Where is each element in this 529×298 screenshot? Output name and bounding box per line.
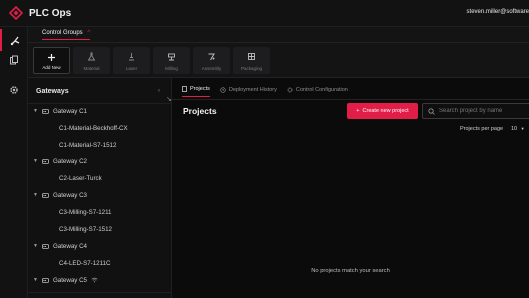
document-icon xyxy=(182,86,187,92)
per-page-value: 10 xyxy=(511,126,518,132)
search-box[interactable] xyxy=(422,103,529,119)
user-email[interactable]: steven.miller@software xyxy=(467,9,529,15)
per-page-select[interactable]: 10 ▼ xyxy=(511,126,525,132)
gear-icon xyxy=(287,87,293,92)
tree-device[interactable]: C1-Material-S7-1512 xyxy=(28,138,172,152)
tree-gateway-c1[interactable]: ▼ Gateway C1 xyxy=(28,104,172,118)
gateway-icon xyxy=(42,108,49,114)
control-groups-label: Control Groups xyxy=(42,30,83,36)
assembly-button[interactable]: Assembly xyxy=(193,47,230,74)
collapse-sidebar-icon[interactable]: ‹ xyxy=(158,88,160,94)
milling-icon xyxy=(168,53,175,61)
gateway-label: Gateway C1 xyxy=(52,107,87,115)
gateway-icon xyxy=(42,243,49,249)
tree-gateway-c5[interactable]: ▼ Gateway C5 xyxy=(28,273,172,287)
gateway-icon xyxy=(42,277,49,283)
create-project-button[interactable]: + Create new project xyxy=(347,103,418,119)
gateway-label: Gateway C3 xyxy=(52,191,87,199)
tree-gateway-c3[interactable]: ▼ Gateway C3 xyxy=(28,188,172,202)
empty-state-text: No projects match your search xyxy=(311,268,390,274)
gateway-label: Gateway C2 xyxy=(52,157,87,165)
add-new-button[interactable]: Add New xyxy=(33,47,70,74)
gateway-label: Gateway C5 xyxy=(52,276,87,284)
chevron-down-icon[interactable]: ▼ xyxy=(33,158,38,164)
chevron-down-icon[interactable]: ▼ xyxy=(33,108,38,114)
tree-device[interactable]: C3-Milling-S7-1211 xyxy=(28,205,172,219)
divider xyxy=(28,292,172,293)
main-panel: Projects Deployment History Control Conf… xyxy=(172,78,529,298)
control-icon xyxy=(10,36,19,45)
tab-control-configuration[interactable]: Control Configuration xyxy=(287,86,348,97)
rail-settings-button[interactable] xyxy=(0,79,28,101)
wifi-icon xyxy=(91,277,98,283)
search-input[interactable] xyxy=(439,108,529,114)
laser-label: Laser xyxy=(125,66,138,71)
laser-icon xyxy=(129,53,134,61)
tab-projects[interactable]: Projects xyxy=(182,86,210,97)
control-groups-toolbar: Add New Material Laser Milling Assembly … xyxy=(28,43,529,78)
milling-button[interactable]: Milling xyxy=(153,47,190,74)
tab-deployment-history[interactable]: Deployment History xyxy=(220,86,277,97)
plus-icon xyxy=(48,54,55,61)
add-new-label: Add New xyxy=(42,65,61,70)
packaging-icon xyxy=(248,53,255,60)
plus-icon: + xyxy=(356,108,360,114)
tab-projects-label: Projects xyxy=(190,86,210,92)
gateway-icon xyxy=(42,192,49,198)
app-title: PLC Ops xyxy=(29,7,72,19)
per-page-label: Projects per page xyxy=(460,126,504,132)
tree-gateway-c2[interactable]: ▼ Gateway C2 xyxy=(28,154,172,168)
page-title: Projects xyxy=(183,106,217,116)
tree-device[interactable]: C2-Laser-Turck xyxy=(28,171,172,185)
assembly-icon xyxy=(208,53,215,61)
resize-handle-icon[interactable]: ↘ xyxy=(166,95,172,103)
app-logo-icon xyxy=(9,6,23,20)
control-groups-tab[interactable]: Control Groups ^ xyxy=(42,30,91,40)
history-icon xyxy=(220,86,226,93)
tree-gateway-c4[interactable]: ▼ Gateway C4 xyxy=(28,239,172,253)
gateway-icon xyxy=(42,158,49,164)
chevron-down-icon[interactable]: ▼ xyxy=(33,243,38,249)
top-bar: PLC Ops steven.miller@software xyxy=(0,0,529,27)
files-icon xyxy=(10,55,18,65)
create-project-label: Create new project xyxy=(362,108,409,114)
material-button[interactable]: Material xyxy=(73,47,110,74)
chevron-down-icon[interactable]: ▼ xyxy=(33,277,38,283)
laser-button[interactable]: Laser xyxy=(113,47,150,74)
search-icon xyxy=(428,107,435,115)
chevron-up-icon: ^ xyxy=(87,30,91,36)
chevron-down-icon[interactable]: ▼ xyxy=(33,192,38,198)
tree-device[interactable]: C3-Milling-S7-1512 xyxy=(28,222,172,236)
milling-label: Milling xyxy=(165,66,178,71)
tab-control-configuration-label: Control Configuration xyxy=(295,86,348,93)
settings-icon xyxy=(10,86,18,94)
gateway-label: Gateway C4 xyxy=(52,242,87,250)
tab-underline xyxy=(172,99,529,100)
packaging-button[interactable]: Packaging xyxy=(233,47,270,74)
assembly-label: Assembly xyxy=(201,66,222,71)
chevron-down-icon: ▼ xyxy=(520,126,525,131)
gateways-sidebar: Gateways ‹ ▼ Gateway C1 C1-Material-Beck… xyxy=(28,78,172,298)
rail-control-button[interactable] xyxy=(0,29,28,51)
control-groups-bar: Control Groups ^ xyxy=(28,27,529,43)
left-rail xyxy=(0,27,28,298)
rail-files-button[interactable] xyxy=(0,49,28,71)
main-tabs: Projects Deployment History Control Conf… xyxy=(182,86,358,97)
tree-device[interactable]: C1-Material-Beckhoff-CX xyxy=(28,121,172,135)
flask-icon xyxy=(87,52,96,61)
material-label: Material xyxy=(83,66,100,71)
packaging-label: Packaging xyxy=(240,66,262,71)
gateways-title: Gateways xyxy=(36,88,69,95)
tree-device[interactable]: C4-LED-S7-1211C xyxy=(28,256,172,270)
tab-deployment-history-label: Deployment History xyxy=(228,86,277,93)
